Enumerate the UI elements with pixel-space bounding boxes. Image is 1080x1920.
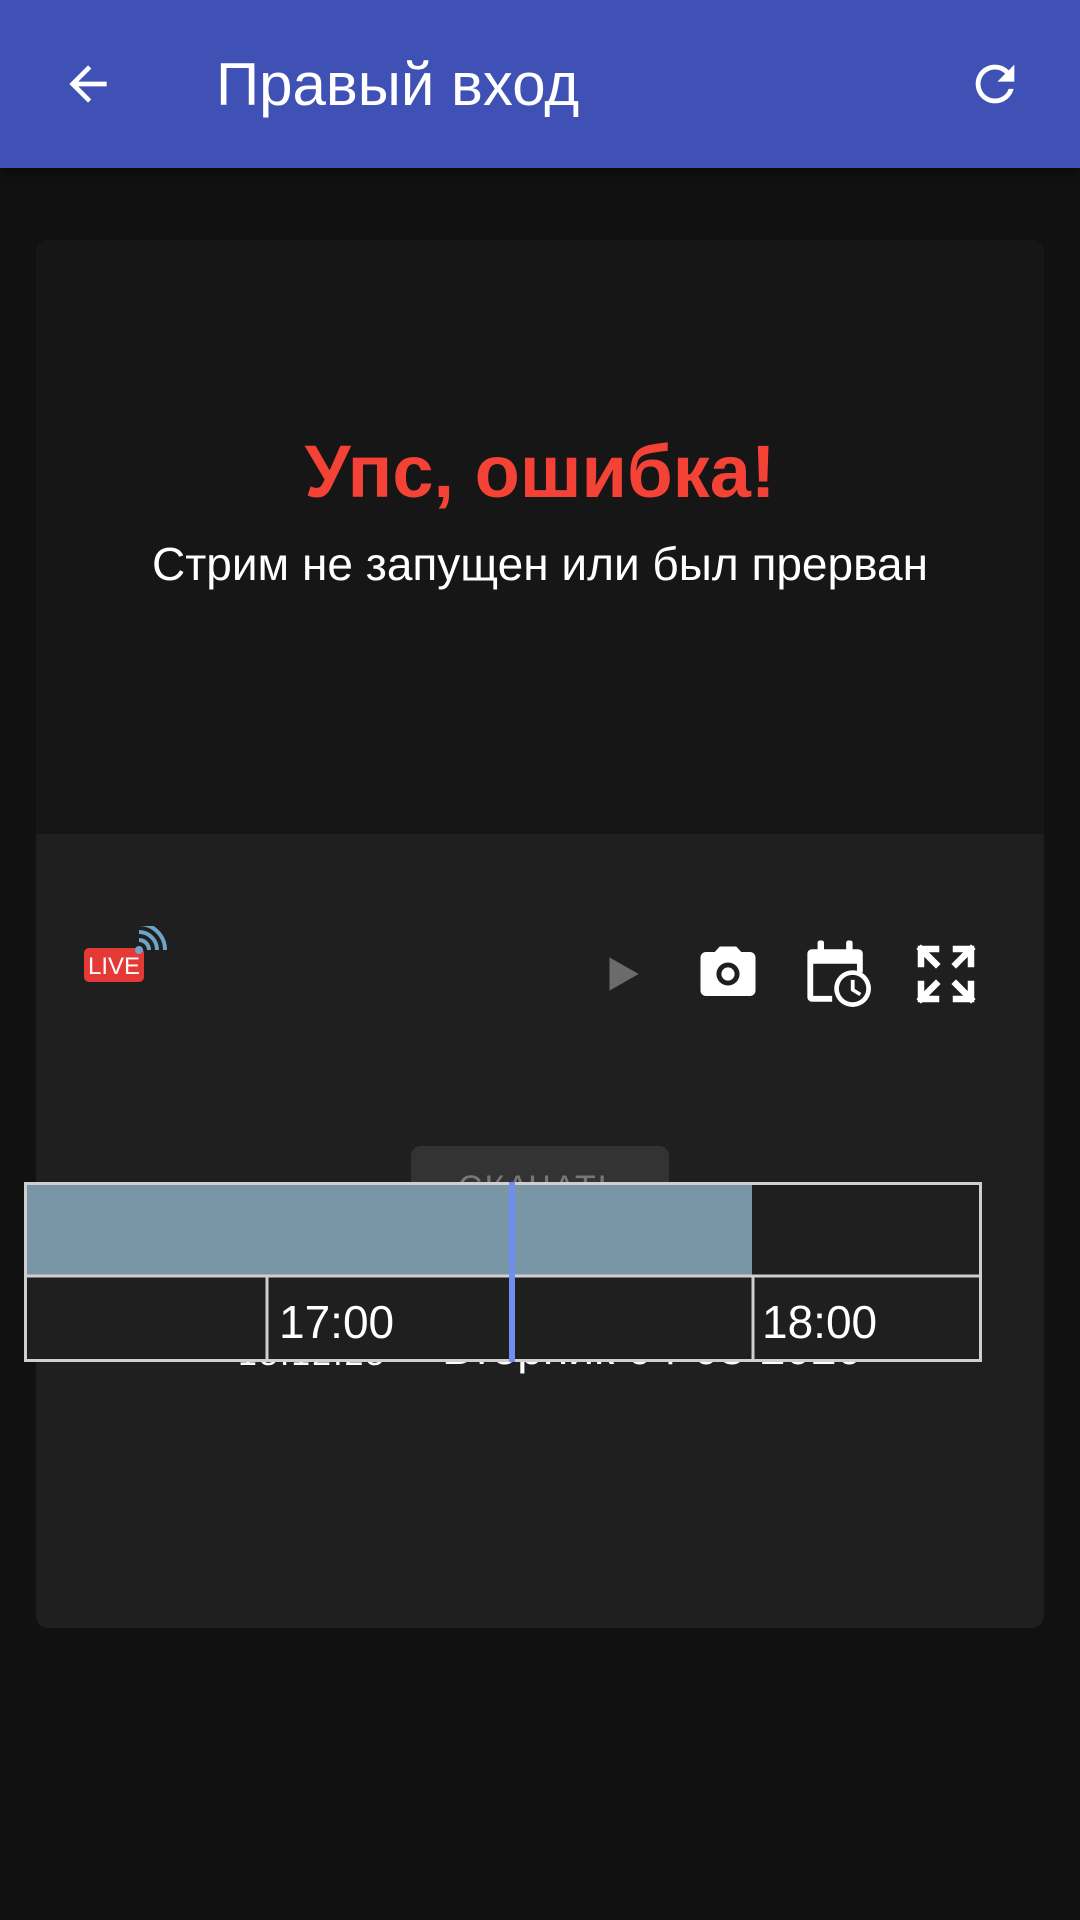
archive-timeline[interactable]: 17:00 18:00 (24, 1182, 982, 1362)
timeline-cursor (509, 1182, 515, 1362)
fullscreen-button[interactable] (906, 934, 986, 1014)
play-button[interactable] (582, 934, 662, 1014)
calendar-clock-icon (807, 940, 871, 1007)
live-stream-icon: LIVE (84, 922, 167, 982)
hour-label-18: 18:00 (762, 1296, 877, 1348)
play-icon (609, 957, 639, 991)
error-title: Упс, ошибка! (304, 430, 776, 513)
fullscreen-icon (916, 944, 976, 1004)
live-button[interactable]: LIVE (82, 922, 170, 988)
recorded-segment (26, 1184, 752, 1276)
video-player[interactable]: Упс, ошибка! Стрим не запущен или был пр… (36, 240, 1044, 834)
live-badge-text: LIVE (88, 953, 140, 980)
camera-icon (700, 946, 756, 996)
refresh-button[interactable] (955, 44, 1035, 124)
snapshot-button[interactable] (688, 934, 768, 1014)
back-arrow-icon (69, 65, 107, 103)
refresh-icon (975, 64, 1015, 104)
back-button[interactable] (48, 44, 128, 124)
archive-date-button[interactable] (798, 934, 878, 1014)
page-title: Правый вход (216, 51, 580, 118)
hour-label-17: 17:00 (279, 1296, 394, 1348)
app-bar: Правый вход (0, 0, 1080, 168)
camera-card: Упс, ошибка! Стрим не запущен или был пр… (36, 240, 1044, 1628)
error-message: Стрим не запущен или был прерван (151, 538, 929, 590)
